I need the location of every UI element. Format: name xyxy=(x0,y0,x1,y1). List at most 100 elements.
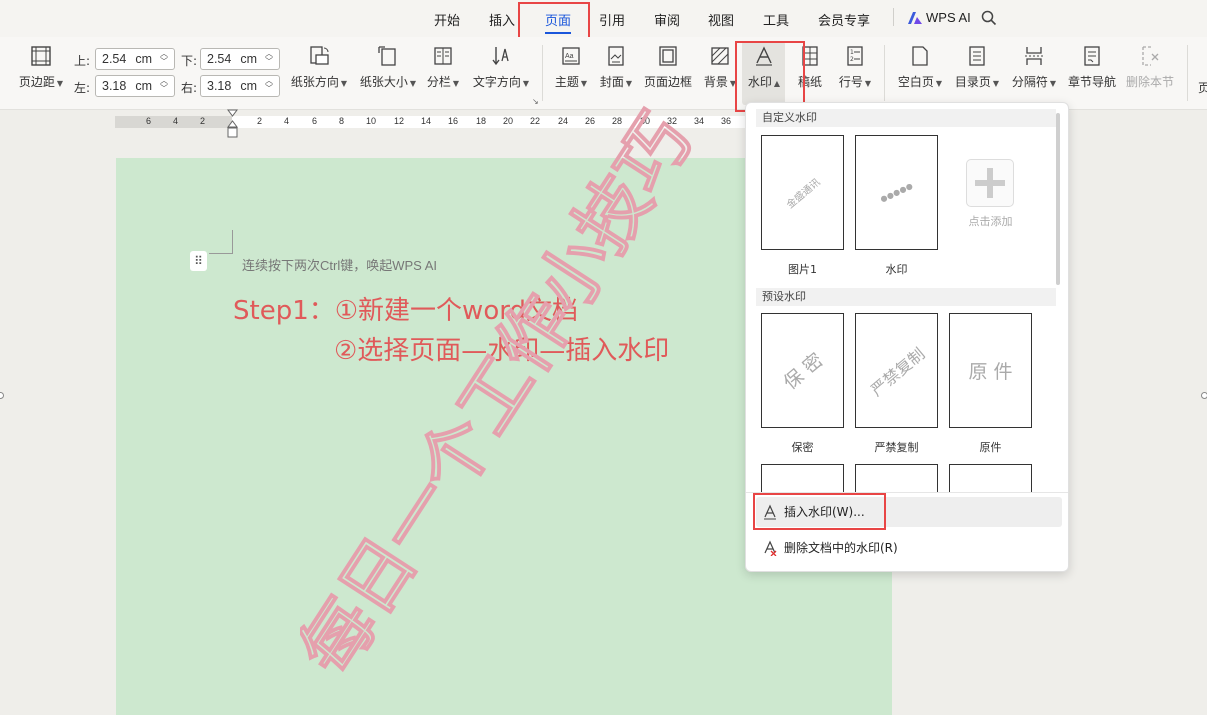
background-button[interactable]: 背景 ▼ xyxy=(703,45,737,90)
text-direction-icon xyxy=(492,47,509,66)
ruler-number: 8 xyxy=(339,116,345,126)
resize-handle-right[interactable] xyxy=(1201,392,1207,399)
chevron-down-icon: ▼ xyxy=(452,79,460,88)
ruler-number: 10 xyxy=(366,116,377,126)
plus-icon xyxy=(975,168,1005,198)
text-watermark-preview: ●●●●● xyxy=(878,181,915,204)
delete-watermark-icon xyxy=(764,540,777,556)
line-number-label: 行号 xyxy=(838,75,863,89)
orientation-button[interactable]: 纸张方向 ▼ xyxy=(290,45,348,90)
paper-size-icon xyxy=(378,46,396,66)
blank-page-button[interactable]: 空白页 ▼ xyxy=(896,45,944,90)
bottom-margin-value: 2.54 xyxy=(207,52,232,66)
wps-ai-icon xyxy=(907,10,923,29)
right-margin-unit: cm xyxy=(240,79,257,93)
preset-watermark-more[interactable] xyxy=(761,464,844,492)
delete-section-icon xyxy=(1142,46,1159,66)
chapter-nav-button[interactable]: 章节导航 xyxy=(1067,45,1117,90)
bottom-margin-field[interactable]: 2.54 cm ︿ ﹀ xyxy=(200,48,280,70)
indent-marker-icon[interactable] xyxy=(227,109,238,143)
right-margin-field[interactable]: 3.18 cm ︿ ﹀ xyxy=(200,75,280,97)
preset-preview: 原 件 xyxy=(968,361,1013,383)
orientation-label: 纸张方向 xyxy=(290,75,339,89)
highlight-insert-watermark xyxy=(753,493,886,530)
paper-size-button[interactable]: 纸张大小 ▼ xyxy=(359,45,417,90)
preset-watermark-confidential[interactable]: 保 密 xyxy=(761,313,844,428)
svg-text:2: 2 xyxy=(850,56,854,63)
preset-watermark-more[interactable] xyxy=(949,464,1032,492)
stepper-icon[interactable]: ︿ ﹀ xyxy=(262,50,276,68)
delete-watermark-label: 删除文档中的水印(R) xyxy=(784,541,898,555)
add-watermark-label: 点击添加 xyxy=(968,215,1013,228)
highlight-page-tab xyxy=(518,2,590,39)
blank-page-label: 空白页 xyxy=(897,75,934,89)
ruler-number: 2 xyxy=(200,116,206,126)
chevron-down-icon: ▼ xyxy=(992,79,1000,88)
divider xyxy=(893,8,894,26)
ruler-number: 24 xyxy=(558,116,569,126)
tab-reference[interactable]: 引用 xyxy=(599,10,625,29)
text-direction-label: 文字方向 xyxy=(472,75,521,89)
divider xyxy=(1187,45,1188,101)
ruler-number: 4 xyxy=(284,116,290,126)
tab-home[interactable]: 开始 xyxy=(434,10,460,29)
tab-member[interactable]: 会员专享 xyxy=(818,10,870,29)
stepper-icon[interactable]: ︿ ﹀ xyxy=(262,77,276,95)
preset-item-label: 保密 xyxy=(791,441,814,454)
top-margin-label: 上: xyxy=(74,54,91,68)
line-number-button[interactable]: 12 行号 ▼ xyxy=(837,45,873,90)
ai-hint-text: 连续按下两次Ctrl键，唤起WPS AI xyxy=(242,258,438,273)
preset-preview: 严禁复制 xyxy=(866,343,929,400)
left-margin-label: 左: xyxy=(74,81,91,95)
search-icon[interactable] xyxy=(981,10,997,30)
line-number-icon: 12 xyxy=(847,46,863,66)
ruler-number: 6 xyxy=(146,116,152,126)
drag-handle-icon[interactable]: ⠿ xyxy=(190,251,207,271)
preset-watermark-no-copy[interactable]: 严禁复制 xyxy=(855,313,938,428)
stepper-icon[interactable]: ︿ ﹀ xyxy=(157,50,171,68)
add-watermark-button[interactable] xyxy=(966,159,1014,207)
left-margin-field[interactable]: 3.18 cm ︿ ﹀ xyxy=(95,75,175,97)
margins-icon xyxy=(31,46,51,66)
top-margin-field[interactable]: 2.54 cm ︿ ﹀ xyxy=(95,48,175,70)
toc-page-button[interactable]: 目录页 ▼ xyxy=(953,45,1001,90)
text-direction-button[interactable]: 文字方向 ▼ xyxy=(472,45,530,90)
chevron-down-icon: ▼ xyxy=(522,79,530,88)
ruler-number: 34 xyxy=(694,116,705,126)
tab-view[interactable]: 视图 xyxy=(708,10,734,29)
chevron-down-icon: ▼ xyxy=(340,79,348,88)
custom-watermark-picture1[interactable]: 金盛通讯 xyxy=(761,135,844,250)
tab-tools[interactable]: 工具 xyxy=(763,10,789,29)
more-ribbon-label[interactable]: 页 xyxy=(1198,79,1207,96)
preset-watermark-original[interactable]: 原 件 xyxy=(949,313,1032,428)
preset-watermark-header: 预设水印 xyxy=(756,288,1056,306)
delete-watermark-item[interactable]: 删除文档中的水印(R) xyxy=(756,533,1062,563)
tab-insert[interactable]: 插入 xyxy=(489,10,515,29)
wps-ai-button[interactable]: WPS AI xyxy=(926,10,971,25)
toc-page-label: 目录页 xyxy=(954,75,991,89)
margins-button[interactable]: 页边距 ▼ xyxy=(17,45,65,90)
panel-scrollbar[interactable] xyxy=(1056,113,1060,285)
preset-watermark-more[interactable] xyxy=(855,464,938,492)
preset-item-label: 原件 xyxy=(979,441,1002,454)
page-border-button[interactable]: 页面边框 xyxy=(643,45,693,90)
delete-section-label: 删除本节 xyxy=(1126,75,1175,89)
theme-button[interactable]: Aa 主题 ▼ xyxy=(554,45,588,90)
background-label: 背景 xyxy=(703,75,728,89)
left-margin-unit: cm xyxy=(135,79,152,93)
columns-button[interactable]: 分栏 ▼ xyxy=(426,45,460,90)
custom-watermark-text[interactable]: ●●●●● xyxy=(855,135,938,250)
ruler-number: 32 xyxy=(667,116,678,126)
cover-button[interactable]: 封面 ▼ xyxy=(599,45,633,90)
tab-review[interactable]: 审阅 xyxy=(654,10,680,29)
expand-group-icon[interactable]: ↘ xyxy=(532,97,539,106)
ruler-number: 2 xyxy=(257,116,263,126)
stepper-icon[interactable]: ︿ ﹀ xyxy=(157,77,171,95)
chevron-down-icon: ▼ xyxy=(1049,79,1057,88)
margins-label: 页边距 xyxy=(18,75,55,89)
bottom-margin-label: 下: xyxy=(181,54,198,68)
separator-button[interactable]: 分隔符 ▼ xyxy=(1010,45,1058,90)
resize-handle-left[interactable] xyxy=(0,392,4,399)
chevron-down-icon: ▼ xyxy=(625,79,633,88)
menu-bar: 开始 插入 页面 引用 审阅 视图 工具 会员专享 WPS AI xyxy=(0,0,1207,37)
